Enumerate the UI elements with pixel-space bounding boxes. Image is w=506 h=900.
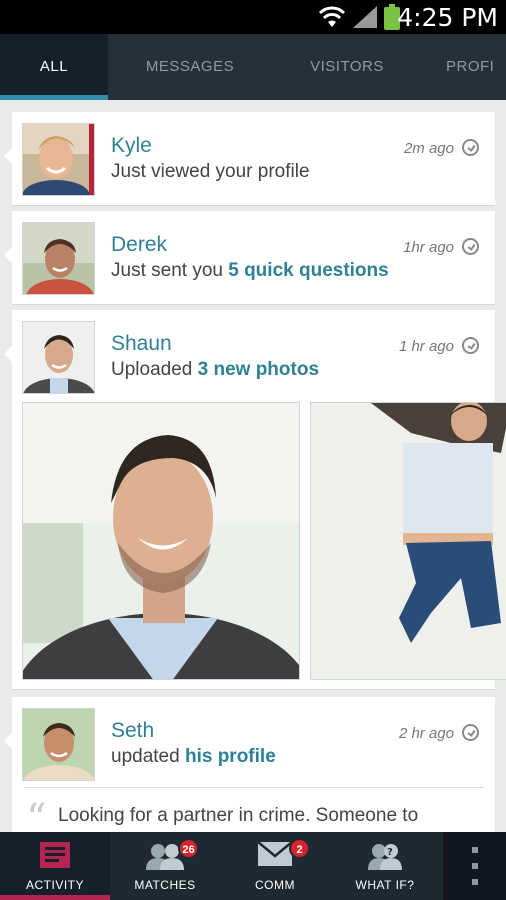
tab-visitors[interactable]: VISITORS <box>272 34 422 100</box>
user-name[interactable]: Seth <box>111 719 154 743</box>
uploaded-photo[interactable] <box>310 402 506 680</box>
activity-link[interactable]: 3 new photos <box>198 359 319 380</box>
status-bar: 4:25 PM <box>0 0 506 34</box>
activity-text: updated his profile <box>111 746 276 767</box>
svg-text:?: ? <box>387 847 393 858</box>
profile-quote: Looking for a partner in crime. Someone … <box>58 805 419 826</box>
activity-card-shaun[interactable]: Shaun Uploaded 3 new photos 1 hr ago <box>4 310 506 690</box>
activity-text: Just sent you 5 quick questions <box>111 260 389 281</box>
activity-feed[interactable]: Kyle Just viewed your profile 2m ago Der… <box>0 100 506 832</box>
activity-icon <box>40 842 70 868</box>
signal-icon <box>353 6 377 28</box>
avatar-seth[interactable] <box>22 708 95 781</box>
envelope-icon <box>258 842 292 866</box>
activity-link[interactable]: 5 quick questions <box>228 260 388 281</box>
activity-card-derek[interactable]: Derek Just sent you 5 quick questions 1h… <box>4 211 495 305</box>
activity-text: Just viewed your profile <box>111 161 310 182</box>
avatar-derek[interactable] <box>22 222 95 295</box>
menu-dot <box>472 847 478 853</box>
timestamp: 1 hr ago <box>398 338 454 355</box>
nav-comm[interactable]: 2 COMM <box>220 832 330 900</box>
user-name[interactable]: Derek <box>111 233 167 257</box>
activity-text: Uploaded 3 new photos <box>111 359 320 380</box>
active-nav-indicator <box>0 895 110 900</box>
divider <box>24 787 484 788</box>
uploaded-photo[interactable] <box>22 402 300 680</box>
user-name[interactable]: Shaun <box>111 332 172 356</box>
avatar-kyle[interactable] <box>22 123 95 196</box>
user-name[interactable]: Kyle <box>111 134 152 158</box>
activity-link[interactable]: his profile <box>185 746 276 767</box>
timestamp: 1hr ago <box>403 239 454 256</box>
menu-dot <box>472 879 478 885</box>
comm-badge: 2 <box>289 838 310 859</box>
matches-badge: 26 <box>178 838 199 859</box>
nav-label: ACTIVITY <box>25 878 84 892</box>
clock-icon <box>462 139 479 156</box>
timestamp: 2m ago <box>403 140 454 157</box>
wifi-icon <box>318 6 346 27</box>
nav-matches[interactable]: 26 MATCHES <box>110 832 220 900</box>
clock-time: 4:25 PM <box>397 3 498 32</box>
tab-all[interactable]: ALL <box>0 34 108 100</box>
timestamp: 2 hr ago <box>398 725 454 742</box>
what-if-icon: ? <box>368 844 402 870</box>
activity-card-kyle[interactable]: Kyle Just viewed your profile 2m ago <box>4 112 495 206</box>
quote-icon: “ <box>26 796 47 832</box>
nav-label: MATCHES <box>134 878 196 892</box>
avatar-shaun[interactable] <box>22 321 95 394</box>
tab-profile[interactable]: PROFI <box>446 34 506 100</box>
overflow-menu-button[interactable] <box>443 832 506 900</box>
tab-bar: ALL MESSAGES VISITORS PROFI <box>0 34 506 100</box>
nav-what-if[interactable]: ? WHAT IF? <box>330 832 440 900</box>
clock-icon <box>462 724 479 741</box>
tab-messages[interactable]: MESSAGES <box>108 34 272 100</box>
clock-icon <box>462 238 479 255</box>
nav-label: WHAT IF? <box>355 878 415 892</box>
activity-card-seth[interactable]: Seth updated his profile 2 hr ago “ Look… <box>4 697 495 832</box>
nav-label: COMM <box>255 878 295 892</box>
bottom-navigation: ACTIVITY 26 MATCHES 2 COMM ? WHAT IF? <box>0 832 506 900</box>
menu-dot <box>472 863 478 869</box>
clock-icon <box>462 337 479 354</box>
nav-activity[interactable]: ACTIVITY <box>0 832 110 900</box>
